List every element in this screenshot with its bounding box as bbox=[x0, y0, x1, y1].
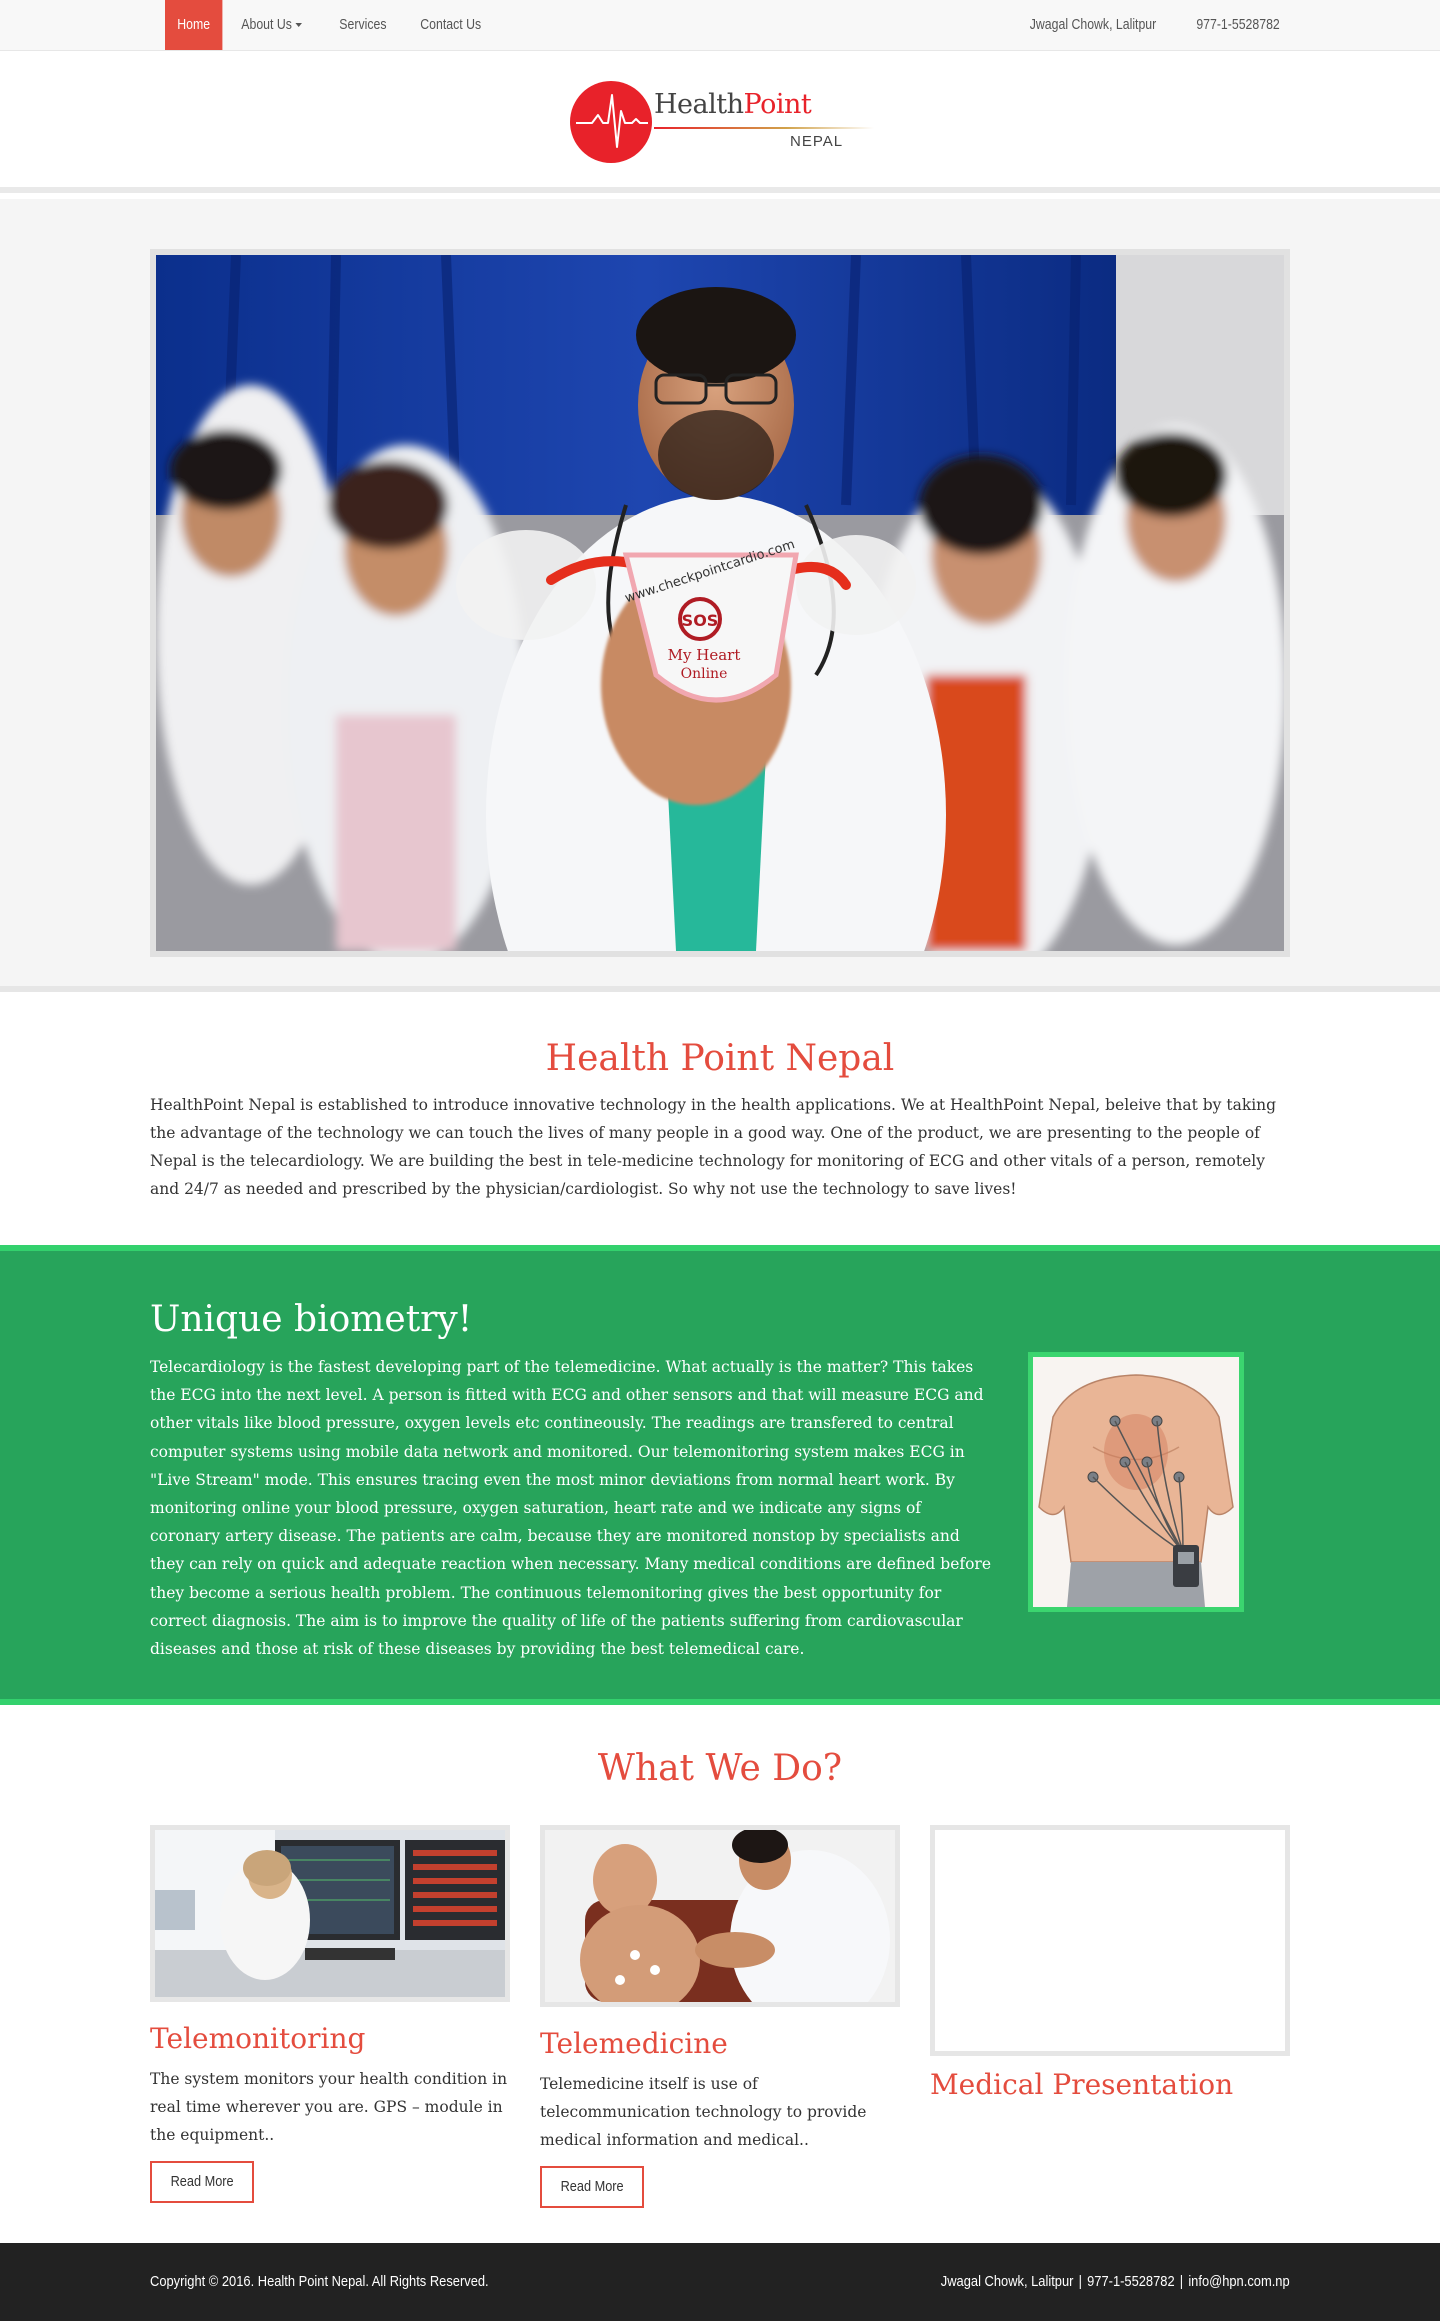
biometry-section: Unique biometry! Telecardiology is the f… bbox=[0, 1245, 1440, 1705]
hero-photo-doctors: www.checkpointcardio.com SOS My Heart On… bbox=[156, 255, 1284, 951]
service-card-medical-presentation: Medical Presentation bbox=[930, 1825, 1290, 2101]
logo-wordmark: HealthPoint bbox=[654, 89, 812, 120]
footer-separator: | bbox=[1180, 2273, 1184, 2290]
service-card-telemonitoring: Telemonitoring The system monitors your … bbox=[150, 1825, 510, 2203]
footer-separator: | bbox=[1078, 2273, 1083, 2290]
biometry-paragraph: Telecardiology is the fastest developing… bbox=[150, 1358, 992, 1659]
logo-subtitle: NEPAL bbox=[790, 133, 844, 150]
service-card-title: Medical Presentation bbox=[930, 2068, 1234, 2101]
device-line2-text: Online bbox=[681, 666, 728, 682]
about-paragraph: HealthPoint Nepal is established to intr… bbox=[150, 1096, 1277, 1198]
service-image-frame bbox=[150, 1825, 510, 2002]
device-sos-text: SOS bbox=[682, 611, 719, 630]
service-image-frame bbox=[930, 1825, 1290, 2056]
telemedicine-photo[interactable] bbox=[545, 1830, 895, 2002]
service-image-frame bbox=[540, 1825, 900, 2007]
services-title: What We Do? bbox=[597, 1748, 843, 1789]
read-more-button[interactable]: Read More bbox=[150, 2161, 255, 2203]
hero-section: www.checkpointcardio.com SOS My Heart On… bbox=[0, 199, 1440, 992]
site-footer: Copyright © 2016. Health Point Nepal. Al… bbox=[0, 2243, 1440, 2321]
footer-contact: Jwagal Chowk, Lalitpur | 977-1-5528782 | inf… bbox=[941, 2243, 1290, 2321]
footer-copyright: Copyright © 2016. Health Point Nepal. Al… bbox=[150, 2273, 489, 2290]
hero-image-frame: www.checkpointcardio.com SOS My Heart On… bbox=[150, 249, 1290, 957]
service-card-title: Telemedicine bbox=[540, 2027, 728, 2060]
footer-email[interactable]: info@hpn.com.np bbox=[1189, 2273, 1290, 2290]
logo-word-point: Point bbox=[743, 89, 812, 120]
nav-contact-info: Jwagal Chowk, Lalitpur 977-1-5528782 bbox=[1002, 0, 1280, 50]
medical-presentation-image-placeholder[interactable] bbox=[935, 1830, 1285, 2051]
nav-item-about-us-label: About Us bbox=[241, 16, 292, 33]
nav-item-services[interactable]: Services bbox=[327, 0, 399, 50]
about-title: Health Point Nepal bbox=[545, 1038, 895, 1079]
read-more-label: Read More bbox=[170, 2173, 234, 2190]
nav-item-about-us[interactable]: About Us bbox=[229, 0, 314, 50]
read-more-button[interactable]: Read More bbox=[540, 2166, 645, 2208]
biometry-image-frame bbox=[1028, 1352, 1244, 1612]
biometry-title: Unique biometry! bbox=[150, 1299, 473, 1340]
nav-item-home[interactable]: Home bbox=[165, 0, 223, 50]
caret-down-icon bbox=[295, 23, 302, 28]
service-card-text: The system monitors your health conditio… bbox=[150, 2070, 508, 2144]
service-card-telemedicine: Telemedicine Telemedicine itself is use … bbox=[540, 1825, 900, 2208]
service-card-title: Telemonitoring bbox=[150, 2022, 366, 2055]
nav-phone[interactable]: 977-1-5528782 bbox=[1197, 0, 1280, 50]
read-more-label: Read More bbox=[560, 2178, 624, 2195]
main-menu: Home About Us Services Contact Us bbox=[165, 0, 506, 50]
footer-location: Jwagal Chowk, Lalitpur bbox=[941, 2273, 1074, 2290]
logo-word-health: Health bbox=[654, 89, 744, 120]
site-logo[interactable]: HealthPoint NEPAL bbox=[568, 81, 878, 165]
service-card-text: Telemedicine itself is use of telecommun… bbox=[540, 2075, 867, 2149]
telemonitoring-photo[interactable] bbox=[155, 1830, 505, 1997]
logo-header: HealthPoint NEPAL bbox=[0, 51, 1440, 193]
nav-item-contact-us[interactable]: Contact Us bbox=[408, 0, 493, 50]
nav-location: Jwagal Chowk, Lalitpur bbox=[1029, 16, 1157, 33]
device-line1-text: My Heart bbox=[668, 646, 741, 664]
logo-underline bbox=[654, 127, 874, 129]
top-navbar: Home About Us Services Contact Us Jwagal… bbox=[0, 0, 1440, 51]
heartbeat-logo-icon bbox=[570, 81, 652, 163]
chest-ecg-illustration bbox=[1033, 1357, 1239, 1607]
footer-phone[interactable]: 977-1-5528782 bbox=[1087, 2273, 1175, 2290]
